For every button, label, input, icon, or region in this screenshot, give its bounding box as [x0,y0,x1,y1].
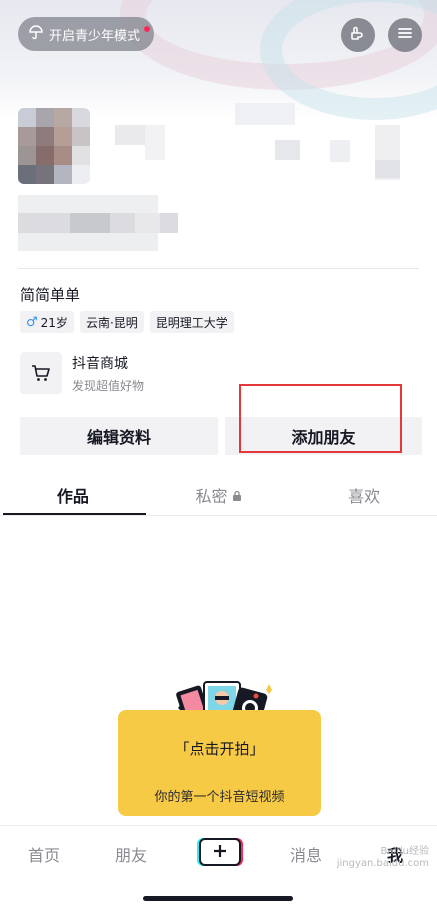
profile-tags: ♂ 21岁 云南·昆明 昆明理工大学 [20,311,234,333]
home-indicator [143,896,293,901]
watermark: Baidu经验 jingyan.baidu.com [336,846,429,869]
profile-tabs: 作品 私密 喜欢 [0,475,437,515]
tab-likes[interactable]: 喜欢 [291,475,437,515]
profile-bio: 简简单单 [20,286,81,304]
nav-friends[interactable]: 朋友 [115,842,147,866]
nav-home[interactable]: 首页 [28,842,60,866]
tab-works[interactable]: 作品 [0,475,146,515]
teen-mode-button[interactable]: 开启青少年模式 [18,17,154,51]
tab-private[interactable]: 私密 [146,475,292,515]
teen-mode-label: 开启青少年模式 [49,28,141,44]
menu-button[interactable] [388,18,422,52]
lock-icon [232,486,242,505]
plus-icon [213,843,227,862]
create-video-button[interactable] [199,838,241,866]
school-tag: 昆明理工大学 [149,311,234,333]
shopping-cart-icon [20,352,62,394]
shop-subtitle: 发现超值好物 [72,378,145,393]
shop-entry[interactable]: 抖音商城 发现超值好物 [20,352,144,394]
location-tag: 云南·昆明 [79,311,144,333]
tabs-divider [0,515,437,516]
shoot-first-video-card[interactable]: 「点击开拍」 你的第一个抖音短视频 [118,710,321,816]
divider [18,268,419,269]
avatar[interactable] [18,108,90,184]
edit-profile-button[interactable]: 编辑资料 [20,417,218,455]
hand-pointer-icon [348,23,368,47]
nav-messages[interactable]: 消息 [290,842,322,866]
male-icon: ♂ [26,314,38,330]
umbrella-icon [28,24,44,44]
notification-dot [144,26,150,32]
promo-subtitle: 你的第一个抖音短视频 [154,790,285,805]
age-tag: ♂ 21岁 [20,311,74,333]
shop-title: 抖音商城 [72,355,128,372]
highlight-box [239,384,402,453]
promo-title: 「点击开拍」 [174,740,265,758]
bottom-navigation: 首页 朋友 消息 我 Baidu经验 jingyan.baidu.com [0,825,437,880]
hamburger-menu-icon [396,24,414,46]
visitor-button[interactable] [341,18,375,52]
